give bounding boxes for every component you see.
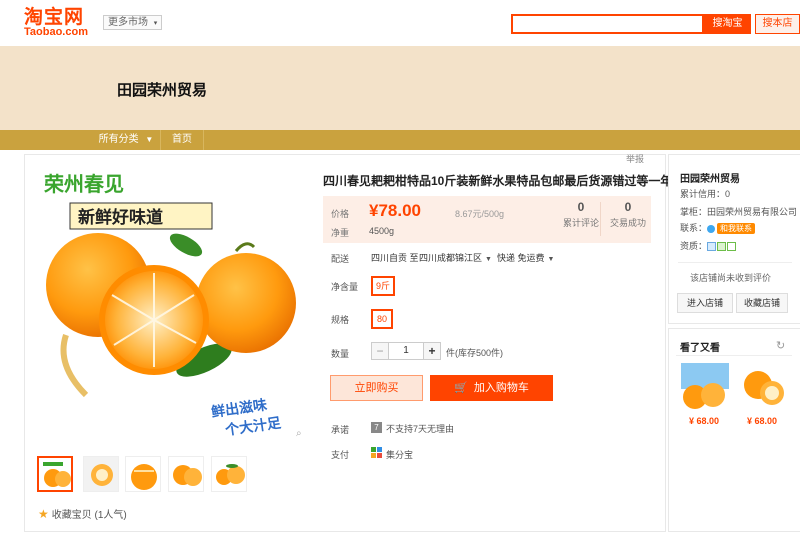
review-count: 0 xyxy=(577,200,585,214)
contact-seller-button[interactable]: 和我联系 xyxy=(717,223,756,234)
shop-owner: 掌柜：田园荣州贸易有限公司 xyxy=(680,207,798,217)
enter-shop-button[interactable]: 进入店铺 xyxy=(677,293,733,313)
shop-credit: 累计信用：0 xyxy=(680,189,731,199)
report-link[interactable]: 举报 xyxy=(626,152,644,165)
add-to-cart-button[interactable]: 🛒 加入购物车 xyxy=(430,375,553,401)
shop-title[interactable]: 田园荣州贸易 xyxy=(117,79,207,100)
taobao-logo[interactable]: 淘宝网 Taobao.com xyxy=(24,8,90,38)
sidebar-shop-name[interactable]: 田园荣州贸易 xyxy=(680,170,740,185)
spec-option[interactable]: 80 xyxy=(371,309,393,329)
recommendations-panel xyxy=(668,328,800,532)
image-text-tagline: 新鲜好味道 xyxy=(78,207,163,228)
quantity-label: 数量 xyxy=(331,349,350,359)
permit-icon[interactable] xyxy=(727,242,737,252)
quantity-increase-button[interactable]: + xyxy=(423,342,441,360)
price-panel: 价格 ¥78.00 8.67元/500g 净重 4500g 0 累计评论 0 交… xyxy=(323,196,651,243)
contact-row: 联系： 和我联系 xyxy=(680,221,756,234)
buy-now-button[interactable]: 立即购买 xyxy=(330,375,423,401)
add-to-cart-label: 加入购物车 xyxy=(473,382,529,394)
logo-en-text: Taobao.com xyxy=(24,26,88,38)
sales-count-stat: 0 交易成功 xyxy=(606,200,650,229)
product-main-image: 荣州春见 新鲜好味道 鲜出滋味 个大汁足 xyxy=(43,172,296,439)
image-text-title: 荣州春见 xyxy=(43,172,124,196)
recommended-item-price: ¥ 68.00 xyxy=(747,416,778,426)
search-store-button[interactable]: 搜本店 xyxy=(755,14,800,34)
wangwang-icon xyxy=(707,224,716,233)
price-label: 价格 xyxy=(331,209,350,219)
chevron-down-icon: ▼ xyxy=(485,256,492,263)
ship-from: 四川自贡 至 xyxy=(371,253,419,263)
divider xyxy=(678,262,792,263)
net-weight-label: 净重 xyxy=(331,228,350,238)
thumbnail[interactable] xyxy=(125,456,161,492)
sales-count-label: 交易成功 xyxy=(609,218,646,228)
qualification-label: 资质： xyxy=(680,241,708,251)
ship-to-value: 四川成都锦江区 xyxy=(419,253,483,263)
shipping-label: 配送 xyxy=(331,254,350,264)
promise-text: 不支持7天无理由 xyxy=(386,424,455,434)
ship-method-value: 快递 免运费 xyxy=(497,253,545,263)
chevron-down-icon: ▼ xyxy=(547,256,555,263)
no-reviews-note: 该店铺尚未收到评价 xyxy=(690,273,772,283)
star-icon: ★ xyxy=(38,507,49,521)
thumbnail[interactable] xyxy=(37,456,73,492)
divider xyxy=(676,355,792,356)
review-count-label: 累计评论 xyxy=(562,218,599,228)
shop-banner: 田园荣州贸易 xyxy=(0,46,800,130)
payment-method: 集分宝 xyxy=(386,450,414,460)
net-content-option[interactable]: 9斤 xyxy=(371,276,396,296)
shop-nav: 所有分类 ▼ 首页 xyxy=(0,130,800,150)
recommendations-title: 看了又看 xyxy=(680,343,720,354)
stock-text: 件(库存500件) xyxy=(446,348,504,358)
spec-label: 规格 xyxy=(331,315,350,325)
review-count-stat[interactable]: 0 累计评论 xyxy=(559,200,603,229)
stat-divider xyxy=(600,202,601,236)
product-title: 四川春见耙耙柑特品10斤装新鲜水果特品包邮最后货源错过等一年 xyxy=(323,174,673,188)
sales-count: 0 xyxy=(624,200,632,214)
recommended-item-image[interactable] xyxy=(679,361,731,413)
nav-all-categories-label: 所有分类 xyxy=(98,134,139,145)
certification-icon[interactable] xyxy=(717,242,727,252)
more-markets-dropdown[interactable]: 更多市场 ▾ xyxy=(103,15,163,30)
zoom-icon[interactable]: ⌕ xyxy=(296,428,302,439)
quantity-input[interactable]: 1 xyxy=(389,342,423,360)
payment-label: 支付 xyxy=(331,450,350,460)
chevron-down-icon: ▾ xyxy=(153,20,158,27)
collect-shop-button[interactable]: 收藏店铺 xyxy=(736,293,788,313)
recommended-item-image[interactable] xyxy=(738,361,790,413)
net-content-label: 净含量 xyxy=(331,282,359,292)
seven-day-icon: 7 xyxy=(371,422,382,433)
refresh-icon[interactable]: ↻ xyxy=(776,339,785,352)
unit-price: 8.67元/500g xyxy=(455,209,505,219)
recommended-item-price: ¥ 68.00 xyxy=(689,416,720,426)
cart-icon: 🛒 xyxy=(454,382,468,394)
license-icon[interactable] xyxy=(707,242,717,252)
quantity-decrease-button[interactable]: − xyxy=(371,342,389,360)
promise-label: 承诺 xyxy=(331,425,350,435)
search-taobao-button[interactable]: 搜淘宝 xyxy=(704,14,751,34)
nav-home[interactable]: 首页 xyxy=(160,130,204,150)
contact-label: 联系： xyxy=(680,223,708,233)
ship-method-selector[interactable]: 快递 免运费 ▼ xyxy=(497,251,554,264)
jifenbao-icon xyxy=(371,447,382,458)
logo-cn-text: 淘宝网 xyxy=(24,6,85,28)
thumbnail[interactable] xyxy=(168,456,204,492)
price-value: ¥78.00 xyxy=(369,201,421,220)
nav-all-categories[interactable]: 所有分类 ▼ xyxy=(92,130,160,150)
qualification-row: 资质： xyxy=(680,239,737,252)
ship-to-selector[interactable]: 四川成都锦江区 ▼ xyxy=(419,251,492,264)
favorite-item-link[interactable]: ★ 收藏宝贝 (1人气) xyxy=(38,506,127,521)
thumbnail[interactable] xyxy=(211,456,247,492)
favorite-label: 收藏宝贝 (1人气) xyxy=(51,510,127,521)
more-markets-label: 更多市场 xyxy=(108,17,148,28)
search-input[interactable] xyxy=(511,14,704,34)
triangle-down-icon: ▼ xyxy=(145,135,154,144)
net-weight-value: 4500g xyxy=(369,226,395,236)
thumbnail[interactable] xyxy=(83,456,119,492)
